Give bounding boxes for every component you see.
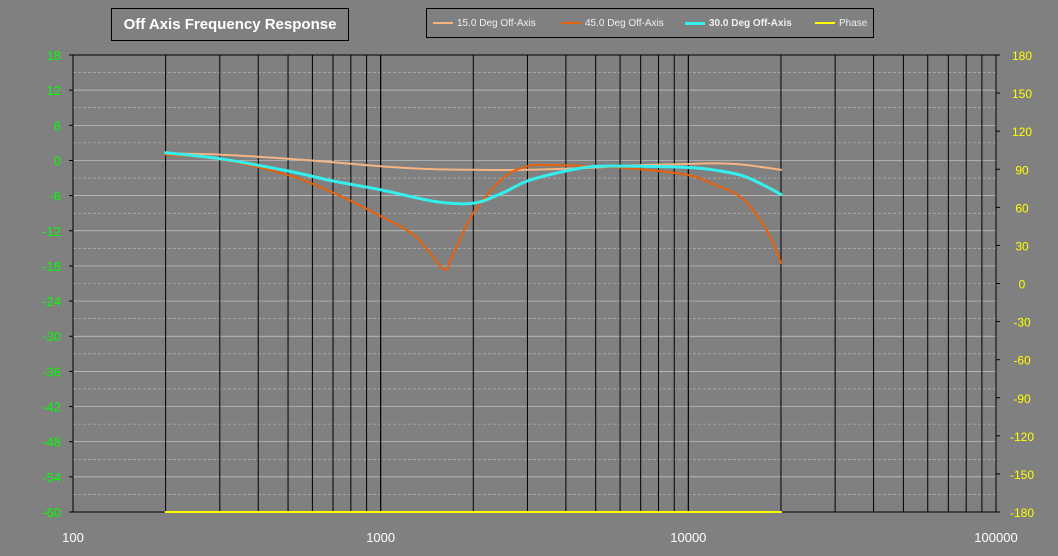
legend-swatch-15deg xyxy=(433,22,453,24)
y-right-tick-label: -180 xyxy=(1010,506,1034,520)
chart-stage: 18 12 6 0 -6 -12 -18 -24 -30 -36 -42 -48 -54 -60 180 15… xyxy=(0,0,1058,556)
y-left-tick-label: -6 xyxy=(49,189,61,204)
legend-label-30deg: 30.0 Deg Off-Axis xyxy=(709,17,792,29)
y-right-tick-label: 90 xyxy=(1015,163,1029,177)
legend-label-phase: Phase xyxy=(839,17,868,29)
chart-title: Off Axis Frequency Response xyxy=(111,8,349,41)
y-right-tick-label: -60 xyxy=(1013,354,1031,368)
legend: 15.0 Deg Off-Axis 45.0 Deg Off-Axis 30.0… xyxy=(426,8,874,38)
y-left-tick-label: 6 xyxy=(54,118,61,133)
y-left-tick-label: -18 xyxy=(42,259,61,274)
y-left-tick-label: -48 xyxy=(42,435,61,450)
y-left-tick-label: -60 xyxy=(42,505,61,520)
x-tick-label: 1000 xyxy=(366,530,395,545)
x-tick-label: 10000 xyxy=(670,530,706,545)
x-tick-label: 100 xyxy=(62,530,84,545)
y-left-tick-label: 0 xyxy=(54,153,61,168)
legend-label-45deg: 45.0 Deg Off-Axis xyxy=(585,17,664,29)
y-right-tick-label: 180 xyxy=(1012,49,1032,63)
y-right-tick-label: -120 xyxy=(1010,430,1034,444)
y-right-tick-label: 0 xyxy=(1019,278,1026,292)
legend-swatch-45deg xyxy=(561,22,581,24)
legend-swatch-30deg xyxy=(685,21,705,25)
legend-label-15deg: 15.0 Deg Off-Axis xyxy=(457,17,536,29)
chart-canvas: 181260-6-12-18-24-30-36-42-48-54-6018015… xyxy=(42,48,1034,545)
y-left-tick-label: -12 xyxy=(42,224,61,239)
y-left-tick-label: -42 xyxy=(42,400,61,415)
y-right-tick-label: 120 xyxy=(1012,125,1032,139)
legend-item-phase: Phase xyxy=(815,9,867,37)
legend-item-15deg: 15.0 Deg Off-Axis xyxy=(433,9,536,37)
y-right-tick-label: 30 xyxy=(1015,239,1029,253)
y-right-tick-label: 60 xyxy=(1015,201,1029,215)
legend-item-30deg: 30.0 Deg Off-Axis xyxy=(685,9,792,37)
legend-item-45deg: 45.0 Deg Off-Axis xyxy=(561,9,664,37)
y-left-tick-label: 12 xyxy=(47,83,61,98)
y-left-tick-label: -36 xyxy=(42,364,61,379)
y-right-tick-label: -150 xyxy=(1010,468,1034,482)
y-right-tick-label: -90 xyxy=(1013,392,1031,406)
y-left-tick-label: -24 xyxy=(42,294,61,309)
x-tick-label: 100000 xyxy=(974,530,1017,545)
y-right-tick-label: -30 xyxy=(1013,316,1031,330)
y-right-tick-label: 150 xyxy=(1012,87,1032,101)
y-left-tick-label: 18 xyxy=(47,48,61,63)
legend-swatch-phase xyxy=(815,22,835,24)
y-left-tick-label: -54 xyxy=(42,470,61,485)
y-left-tick-label: -30 xyxy=(42,329,61,344)
